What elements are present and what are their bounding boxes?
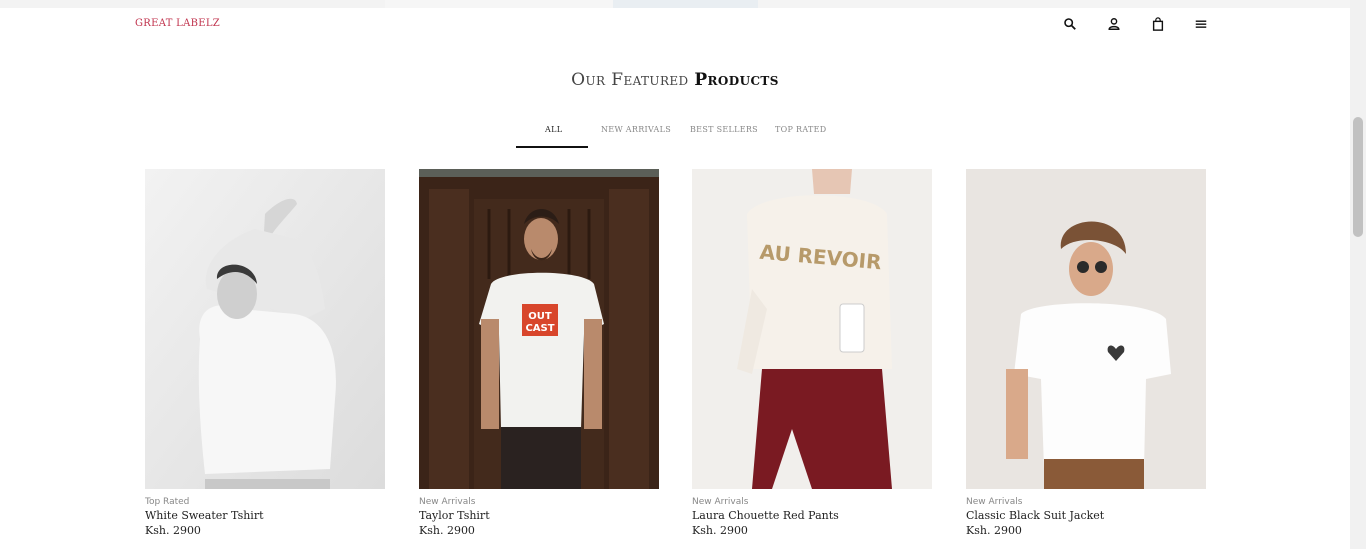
tab-best-sellers[interactable]: BEST SELLERS [690,125,758,134]
site-header: GREAT LABELZ [0,8,1350,40]
product-category: Top Rated [145,497,190,507]
search-icon[interactable] [1062,16,1078,32]
product-image[interactable]: OUT CAST [419,169,659,489]
tab-all[interactable]: ALL [545,125,562,134]
product-price: Ksh. 2900 [145,524,201,537]
product-card[interactable]: AU REVOIR New Arrivals Laura Chouette Re… [692,169,932,537]
product-price: Ksh. 2900 [692,524,748,537]
product-filter-tabs: ALL NEW ARRIVALS BEST SELLERS TOP RATED [0,118,1350,150]
section-title: Our Featured Products [0,70,1350,90]
product-card[interactable]: OUT CAST New Arrivals Taylor Tshirt Ksh.… [419,169,659,537]
scrollbar-thumb[interactable] [1353,117,1363,237]
product-card[interactable]: New Arrivals Classic Black Suit Jacket K… [966,169,1206,537]
product-card[interactable]: Top Rated White Sweater Tshirt Ksh. 2900 [145,169,385,537]
product-image[interactable] [145,169,385,489]
product-image[interactable]: AU REVOIR [692,169,932,489]
product-category: New Arrivals [419,497,476,507]
product-category: New Arrivals [692,497,749,507]
product-category: New Arrivals [966,497,1023,507]
account-icon[interactable] [1106,16,1122,32]
product-name[interactable]: Classic Black Suit Jacket [966,509,1104,522]
shirt-print-line1: OUT [528,311,552,322]
product-name[interactable]: Taylor Tshirt [419,509,490,522]
product-price: Ksh. 2900 [966,524,1022,537]
section-title-part1: Our Featured [571,70,689,90]
menu-icon[interactable] [1193,16,1209,32]
brand-logo[interactable]: GREAT LABELZ [135,18,220,29]
product-name[interactable]: White Sweater Tshirt [145,509,264,522]
page-scrollbar[interactable] [1350,0,1366,549]
shirt-print-line2: CAST [525,323,554,334]
cart-icon[interactable] [1150,16,1166,32]
top-hero-strip [0,0,1350,8]
product-name[interactable]: Laura Chouette Red Pants [692,509,839,522]
active-tab-indicator [516,146,588,148]
section-title-part2: Products [694,70,779,90]
tab-top-rated[interactable]: TOP RATED [775,125,826,134]
product-price: Ksh. 2900 [419,524,475,537]
product-image[interactable] [966,169,1206,489]
tab-new-arrivals[interactable]: NEW ARRIVALS [601,125,671,134]
